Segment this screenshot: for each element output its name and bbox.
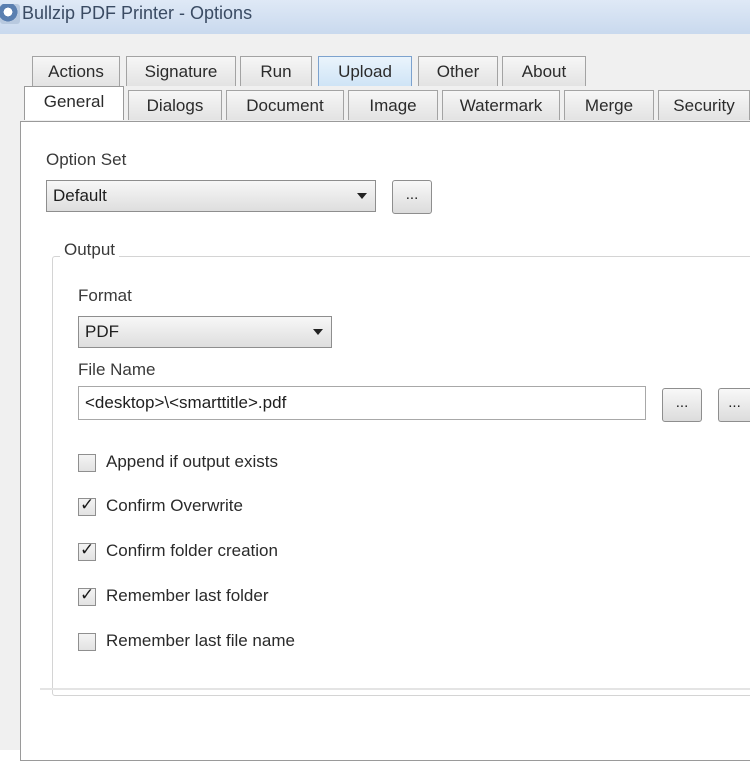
insert-macro-button[interactable]: ... bbox=[718, 388, 750, 422]
option-set-value: Default bbox=[53, 186, 107, 205]
checkbox-label: Remember last file name bbox=[106, 631, 295, 650]
tab-security[interactable]: Security bbox=[658, 90, 750, 120]
tab-general[interactable]: General bbox=[24, 86, 124, 120]
format-value: PDF bbox=[85, 322, 119, 341]
checkmark-icon: ✓ bbox=[80, 585, 95, 604]
file-name-label: File Name bbox=[78, 360, 156, 379]
title-bar: Bullzip PDF Printer - Options bbox=[0, 0, 750, 35]
checkbox-label: Append if output exists bbox=[106, 452, 279, 471]
browse-button[interactable]: ... bbox=[662, 388, 702, 422]
checkmark-icon: ✓ bbox=[80, 495, 95, 514]
checkbox-label: Confirm Overwrite bbox=[106, 496, 243, 515]
format-select[interactable]: PDF bbox=[78, 316, 332, 348]
checkbox-box[interactable] bbox=[78, 454, 96, 472]
checkbox-box[interactable] bbox=[78, 633, 96, 651]
divider bbox=[40, 688, 750, 690]
chevron-down-icon bbox=[313, 329, 323, 335]
tab-dialogs[interactable]: Dialogs bbox=[128, 90, 222, 120]
checkmark-icon: ✓ bbox=[80, 540, 95, 559]
checkbox-box[interactable]: ✓ bbox=[78, 540, 96, 561]
checkbox-label: Confirm folder creation bbox=[106, 541, 278, 560]
tab-run[interactable]: Run bbox=[240, 56, 312, 86]
checkbox-label: Remember last folder bbox=[106, 586, 269, 605]
printer-app-icon bbox=[0, 4, 20, 24]
tab-about[interactable]: About bbox=[502, 56, 586, 86]
format-label: Format bbox=[78, 286, 132, 305]
tab-document[interactable]: Document bbox=[226, 90, 344, 120]
tab-image[interactable]: Image bbox=[348, 90, 438, 120]
checkbox-box[interactable]: ✓ bbox=[78, 585, 96, 606]
window-title: Bullzip PDF Printer - Options bbox=[22, 3, 253, 23]
tab-watermark[interactable]: Watermark bbox=[442, 90, 560, 120]
option-set-label: Option Set bbox=[46, 150, 127, 169]
tab-other[interactable]: Other bbox=[418, 56, 498, 86]
checkbox-box[interactable]: ✓ bbox=[78, 495, 96, 516]
option-set-select[interactable]: Default bbox=[46, 180, 376, 212]
file-name-input[interactable]: <desktop>\<smarttitle>.pdf bbox=[78, 386, 646, 420]
tab-actions[interactable]: Actions bbox=[32, 56, 120, 86]
tab-upload[interactable]: Upload bbox=[318, 56, 412, 86]
chevron-down-icon bbox=[357, 193, 367, 199]
tab-merge[interactable]: Merge bbox=[564, 90, 654, 120]
output-group-label: Output bbox=[60, 240, 120, 260]
option-set-manage-button[interactable]: ... bbox=[392, 180, 432, 214]
tab-signature[interactable]: Signature bbox=[126, 56, 236, 86]
